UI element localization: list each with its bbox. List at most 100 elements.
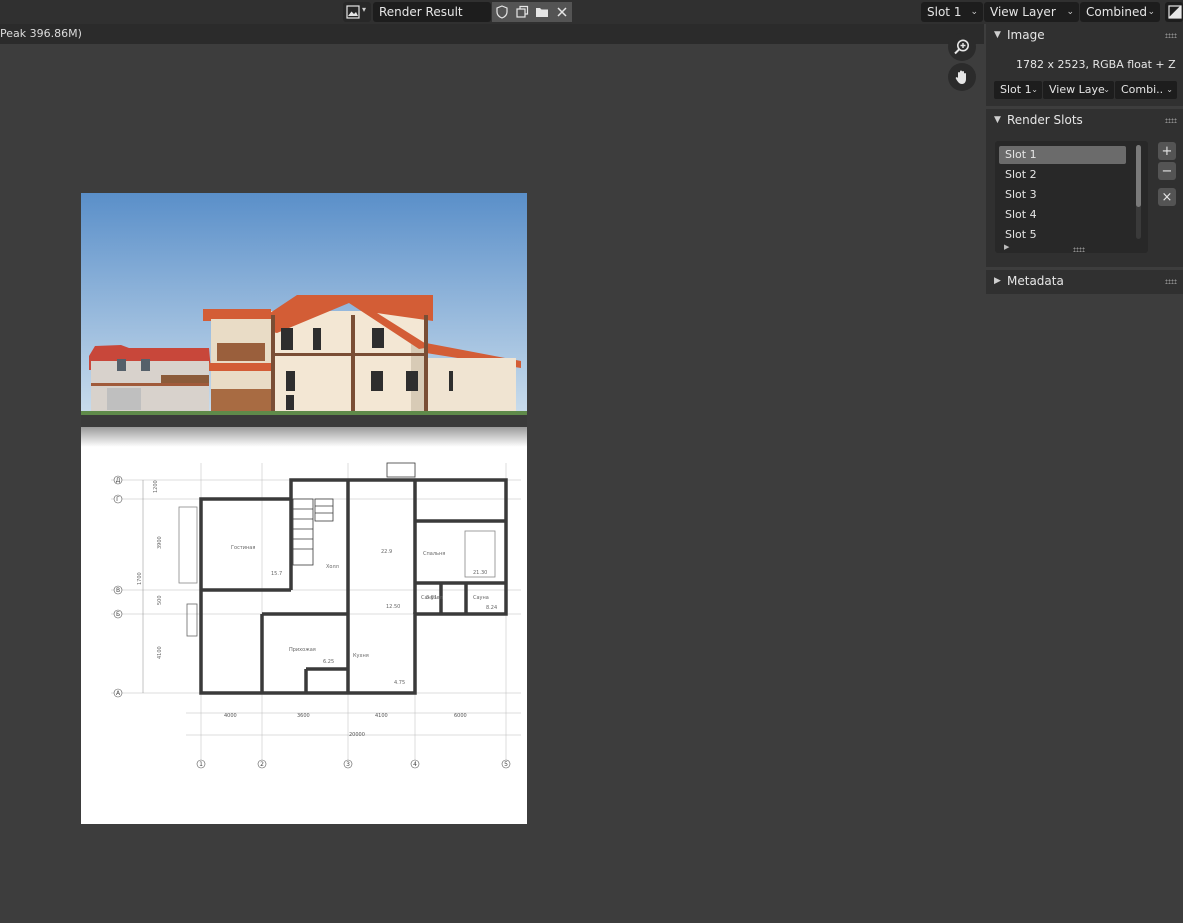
dim-label: 6000 bbox=[454, 713, 467, 719]
pass-dropdown[interactable]: Combined ⌄ bbox=[1080, 2, 1160, 22]
house-render-svg: Гостиная Спальня Кухня Прихожая Холл Сан… bbox=[81, 193, 527, 769]
list-item[interactable]: Slot 2 bbox=[999, 166, 1126, 184]
fake-user-button[interactable] bbox=[492, 2, 512, 22]
resize-grip-icon[interactable] bbox=[1073, 247, 1085, 252]
display-channels-icon bbox=[1168, 5, 1182, 19]
dim-label: 4100 bbox=[375, 713, 388, 719]
zoom-button[interactable] bbox=[948, 33, 976, 61]
area-label: 21.30 bbox=[473, 570, 487, 576]
display-channels-button[interactable] bbox=[1165, 2, 1183, 22]
pan-button[interactable] bbox=[948, 63, 976, 91]
chevron-down-icon: ⌄ bbox=[970, 7, 978, 17]
new-image-button[interactable] bbox=[512, 2, 532, 22]
render-slots-list[interactable]: Slot 1 Slot 2 Slot 3 Slot 4 Slot 5 ▶ bbox=[995, 141, 1148, 253]
metadata-panel-title: Metadata bbox=[1007, 274, 1064, 288]
drag-grip-icon[interactable] bbox=[1165, 33, 1177, 38]
image-panel-header[interactable]: ▼ Image bbox=[986, 24, 1183, 48]
image-pass-dropdown[interactable]: Combi.. ⌄ bbox=[1115, 81, 1177, 99]
render-slots-panel-title: Render Slots bbox=[1007, 113, 1083, 127]
chevron-down-icon: ▼ bbox=[994, 30, 1001, 40]
room-label: Кухня bbox=[353, 653, 369, 659]
image-view-layer-dropdown[interactable]: View Laye ⌄ bbox=[1043, 81, 1114, 99]
area-label: 22.9 bbox=[381, 549, 392, 555]
list-item[interactable]: Slot 4 bbox=[999, 206, 1126, 224]
sidebar: ▼ Image 1782 x 2523, RGBA float + Z Slot… bbox=[984, 24, 1183, 923]
dim-label: 4100 bbox=[157, 646, 163, 659]
chevron-down-icon: ▾ bbox=[362, 5, 367, 14]
grid-number: 5 bbox=[504, 761, 508, 768]
slot-dropdown[interactable]: Slot 1 ⌄ bbox=[921, 2, 983, 22]
dim-label: 3600 bbox=[297, 713, 310, 719]
pass-dropdown-label: Combined bbox=[1086, 5, 1147, 19]
grid-letter: Д bbox=[116, 477, 121, 484]
zoom-icon bbox=[954, 39, 969, 55]
dim-label: 500 bbox=[157, 595, 163, 605]
area-label: 4.75 bbox=[394, 680, 405, 686]
unlink-image-button[interactable] bbox=[552, 2, 572, 22]
list-item[interactable]: Slot 5 bbox=[999, 226, 1126, 244]
scrollbar-thumb[interactable] bbox=[1136, 145, 1141, 207]
image-slot-dropdown[interactable]: Slot 1 ⌄ bbox=[994, 81, 1042, 99]
grid-letter: Г bbox=[116, 496, 120, 503]
render-result-image: Гостиная Спальня Кухня Прихожая Холл Сан… bbox=[81, 193, 527, 824]
clear-slot-button[interactable]: × bbox=[1158, 188, 1176, 206]
garage-house bbox=[89, 345, 211, 413]
image-panel-title: Image bbox=[1007, 28, 1045, 42]
grid-number: 2 bbox=[260, 761, 264, 768]
chevron-down-icon: ⌄ bbox=[1166, 85, 1173, 94]
image-name-field[interactable]: Render Result bbox=[373, 2, 491, 22]
chevron-down-icon: ⌄ bbox=[1031, 85, 1038, 94]
dim-label: 1700 bbox=[137, 572, 143, 585]
grid-letter: Б bbox=[116, 611, 120, 618]
render-slots-panel-header[interactable]: ▼ Render Slots bbox=[986, 109, 1183, 133]
chevron-right-icon: ▶ bbox=[994, 276, 1001, 286]
chevron-down-icon: ▼ bbox=[994, 115, 1001, 125]
image-pass-dropdown-label: Combi.. bbox=[1121, 83, 1164, 96]
slot-dropdown-label: Slot 1 bbox=[927, 5, 962, 19]
add-slot-button[interactable]: + bbox=[1158, 142, 1176, 160]
open-image-button[interactable] bbox=[532, 2, 552, 22]
image-editor-icon bbox=[346, 5, 360, 19]
remove-slot-button[interactable]: − bbox=[1158, 162, 1176, 180]
duplicate-icon bbox=[516, 5, 529, 18]
list-item[interactable]: Slot 3 bbox=[999, 186, 1126, 204]
metadata-panel-header[interactable]: ▶ Metadata bbox=[986, 270, 1183, 294]
chevron-down-icon: ⌄ bbox=[1066, 7, 1074, 17]
image-editor-header: ▾ Render Result Slot 1 ⌄ View Layer ⌄ Co… bbox=[0, 0, 1183, 24]
view-layer-dropdown-label: View Layer bbox=[990, 5, 1056, 19]
list-item[interactable]: Slot 1 bbox=[999, 146, 1126, 164]
room-label: Спальня bbox=[423, 551, 445, 557]
room-label: Прихожая bbox=[289, 647, 316, 653]
image-slot-dropdown-label: Slot 1 bbox=[1000, 83, 1032, 96]
hand-icon bbox=[955, 70, 966, 84]
grid-number: 4 bbox=[413, 761, 417, 768]
view-layer-dropdown[interactable]: View Layer ⌄ bbox=[984, 2, 1079, 22]
image-view-layer-dropdown-label: View Laye bbox=[1049, 83, 1105, 96]
ground bbox=[81, 411, 527, 415]
metadata-panel: ▶ Metadata bbox=[986, 270, 1183, 294]
chevron-down-icon: ⌄ bbox=[1103, 85, 1110, 94]
shield-icon bbox=[496, 5, 508, 19]
close-icon bbox=[557, 7, 567, 17]
drag-grip-icon[interactable] bbox=[1165, 118, 1177, 123]
drag-grip-icon[interactable] bbox=[1165, 279, 1177, 284]
dim-label: 20000 bbox=[349, 732, 365, 738]
image-panel: ▼ Image 1782 x 2523, RGBA float + Z Slot… bbox=[986, 24, 1183, 106]
room-label: Гостиная bbox=[231, 545, 255, 551]
dim-label: 1200 bbox=[153, 480, 159, 493]
room-label: Холл bbox=[326, 564, 339, 570]
area-label: 15.7 bbox=[271, 571, 282, 577]
area-label: 3.81 bbox=[426, 595, 437, 601]
dim-label: 3900 bbox=[157, 536, 163, 549]
render-status-text: Peak 396.86M) bbox=[0, 27, 82, 40]
grid-letter: В bbox=[116, 587, 120, 594]
list-scrollbar[interactable] bbox=[1136, 145, 1141, 239]
grid-number: 3 bbox=[346, 761, 350, 768]
render-slots-panel: ▼ Render Slots Slot 1 Slot 2 Slot 3 Slot… bbox=[986, 109, 1183, 267]
expand-triangle-icon[interactable]: ▶ bbox=[1004, 243, 1009, 251]
image-info-text: 1782 x 2523, RGBA float + Z bbox=[1016, 58, 1176, 71]
folder-icon bbox=[536, 8, 548, 17]
area-label: 8.24 bbox=[486, 605, 497, 611]
area-label: 12.50 bbox=[386, 604, 400, 610]
editor-type-selector[interactable]: ▾ bbox=[343, 2, 371, 22]
